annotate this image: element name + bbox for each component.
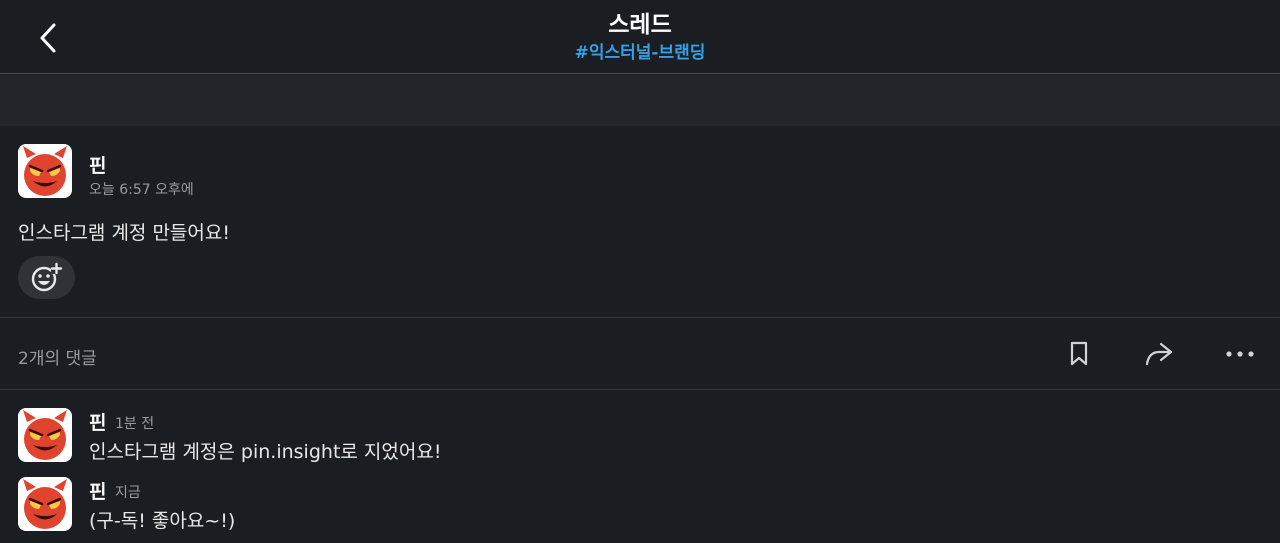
timestamp: 1분 전 bbox=[115, 416, 155, 432]
more-button[interactable] bbox=[1222, 336, 1258, 372]
bookmark-button[interactable] bbox=[1061, 336, 1097, 372]
message-text: 인스타그램 계정 만들어요! bbox=[18, 222, 230, 244]
author-name[interactable]: 핀 bbox=[89, 151, 106, 178]
reply-text: 인스타그램 계정은 pin.insight로 지었어요! bbox=[89, 441, 442, 463]
author-name[interactable]: 핀 bbox=[89, 408, 106, 435]
reply-toolbar: 2개의 댓글 bbox=[0, 318, 1280, 390]
more-icon bbox=[1226, 351, 1254, 357]
reply-text: (구-독! 좋아요~!) bbox=[89, 510, 236, 532]
channel-link[interactable]: #익스터널-브랜딩 bbox=[0, 38, 1280, 63]
avatar[interactable] bbox=[18, 144, 72, 198]
reply-item: 핀 1분 전 인스타그램 계정은 pin.insight로 지었어요! bbox=[0, 408, 1280, 478]
thread-banner bbox=[0, 75, 1280, 126]
devil-avatar-icon bbox=[23, 479, 67, 529]
page-title: 스레드 bbox=[608, 12, 672, 38]
reply-count: 2개의 댓글 bbox=[18, 349, 97, 369]
author-name[interactable]: 핀 bbox=[89, 477, 106, 504]
timestamp: 지금 bbox=[115, 485, 141, 501]
thread-header: 스레드 #익스터널-브랜딩 bbox=[0, 0, 1280, 74]
avatar[interactable] bbox=[18, 408, 72, 462]
devil-avatar-icon bbox=[23, 146, 67, 196]
timestamp: 오늘 6:57 오후에 bbox=[89, 182, 194, 198]
share-button[interactable] bbox=[1141, 336, 1177, 372]
reply-item: 핀 지금 (구-독! 좋아요~!) bbox=[0, 477, 1280, 543]
add-reaction-button[interactable] bbox=[18, 256, 75, 299]
add-emoji-icon bbox=[31, 262, 62, 291]
share-icon bbox=[1145, 342, 1173, 366]
parent-message: 핀 오늘 6:57 오후에 인스타그램 계정 만들어요! bbox=[0, 126, 1280, 318]
devil-avatar-icon bbox=[23, 410, 67, 460]
avatar[interactable] bbox=[18, 477, 72, 531]
bookmark-icon bbox=[1070, 341, 1088, 366]
